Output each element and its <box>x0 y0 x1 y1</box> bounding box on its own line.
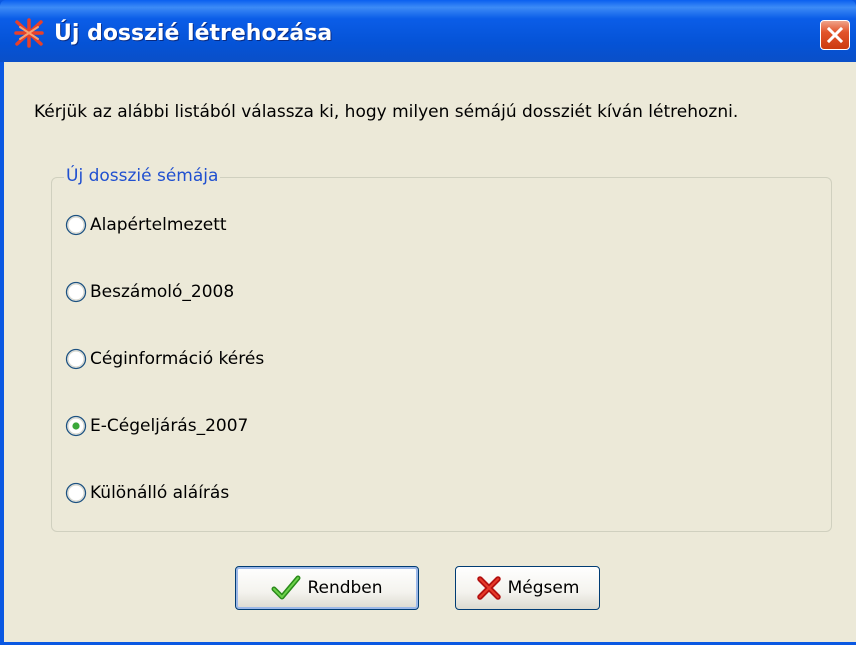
dialog-window: Új dosszié létrehozása Kérjük az alábbi … <box>0 0 856 645</box>
radio-button-checked[interactable] <box>65 415 87 437</box>
close-icon <box>826 26 844 44</box>
radio-option-e-cegeljaras-2007[interactable]: E-Cégeljárás_2007 <box>65 413 248 439</box>
ok-button[interactable]: Rendben <box>235 566 419 610</box>
instruction-text: Kérjük az alábbi listából válassza ki, h… <box>34 102 739 122</box>
radio-label: Beszámoló_2008 <box>90 282 235 302</box>
radio-button-unchecked[interactable] <box>65 348 87 370</box>
radio-option-beszamolo-2008[interactable]: Beszámoló_2008 <box>65 279 234 305</box>
close-button[interactable] <box>820 20 850 50</box>
radio-button-unchecked[interactable] <box>65 214 87 236</box>
radio-label: Különálló aláírás <box>90 483 230 503</box>
ok-button-label: Rendben <box>307 578 383 598</box>
cancel-button[interactable]: Mégsem <box>455 566 600 610</box>
radio-option-alapertelmezett[interactable]: Alapértelmezett <box>65 212 227 238</box>
radio-label: Alapértelmezett <box>90 215 227 235</box>
window-title: Új dosszié létrehozása <box>54 21 333 46</box>
groupbox-legend: Új dosszié sémája <box>64 165 221 187</box>
title-bar[interactable]: Új dosszié létrehozása <box>0 0 856 62</box>
radio-label: Céginformáció kérés <box>90 349 265 369</box>
radio-label: E-Cégeljárás_2007 <box>90 416 249 436</box>
dossier-app-icon <box>14 18 44 48</box>
radio-option-ceginformacio-keres[interactable]: Céginformáció kérés <box>65 346 264 372</box>
radio-button-unchecked[interactable] <box>65 281 87 303</box>
x-icon <box>476 576 501 600</box>
radio-button-unchecked[interactable] <box>65 482 87 504</box>
cancel-button-label: Mégsem <box>507 578 580 598</box>
schema-groupbox: Új dosszié sémája Alapértelmezett Beszám… <box>51 165 832 532</box>
radio-option-kulonallo-alairas[interactable]: Különálló aláírás <box>65 480 229 506</box>
checkmark-icon <box>271 575 301 600</box>
dialog-body: Kérjük az alábbi listából válassza ki, h… <box>4 62 856 642</box>
